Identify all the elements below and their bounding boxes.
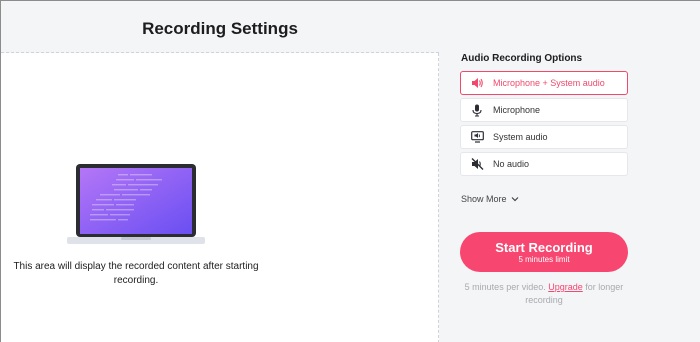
upgrade-link[interactable]: Upgrade — [548, 282, 583, 292]
laptop-illustration — [67, 164, 205, 244]
note-prefix: 5 minutes per video. — [464, 282, 546, 292]
show-more-label: Show More — [461, 194, 507, 204]
audio-option-label: No audio — [493, 159, 530, 169]
microphone-icon — [470, 103, 484, 117]
audio-option-microphone[interactable]: Microphone — [460, 98, 628, 122]
audio-option-label: Microphone — [493, 105, 541, 115]
audio-option-label: Microphone + System audio — [493, 78, 605, 88]
mute-icon — [470, 157, 484, 171]
audio-option-label: System audio — [493, 132, 548, 142]
audio-option-system[interactable]: System audio — [460, 125, 628, 149]
upgrade-note: 5 minutes per video. Upgrade for longer … — [460, 281, 628, 307]
preview-message: This area will display the recorded cont… — [13, 261, 259, 286]
start-recording-button[interactable]: Start Recording 5 minutes limit — [460, 232, 628, 272]
show-more-button[interactable]: Show More — [461, 194, 519, 204]
start-recording-label: Start Recording — [495, 239, 593, 255]
monitor-audio-icon — [470, 130, 484, 144]
speaker-icon — [470, 76, 484, 90]
recording-limit-label: 5 minutes limit — [518, 254, 570, 264]
audio-option-mic-system[interactable]: Microphone + System audio — [460, 71, 628, 95]
page-title: Recording Settings — [142, 18, 298, 38]
header: Recording Settings — [1, 1, 439, 53]
settings-panel: Audio Recording Options Microphone + Sys… — [439, 1, 700, 342]
preview-area: This area will display the recorded cont… — [1, 53, 439, 342]
audio-option-none[interactable]: No audio — [460, 152, 628, 176]
audio-options-title: Audio Recording Options — [461, 53, 583, 64]
chevron-down-icon — [511, 196, 519, 202]
